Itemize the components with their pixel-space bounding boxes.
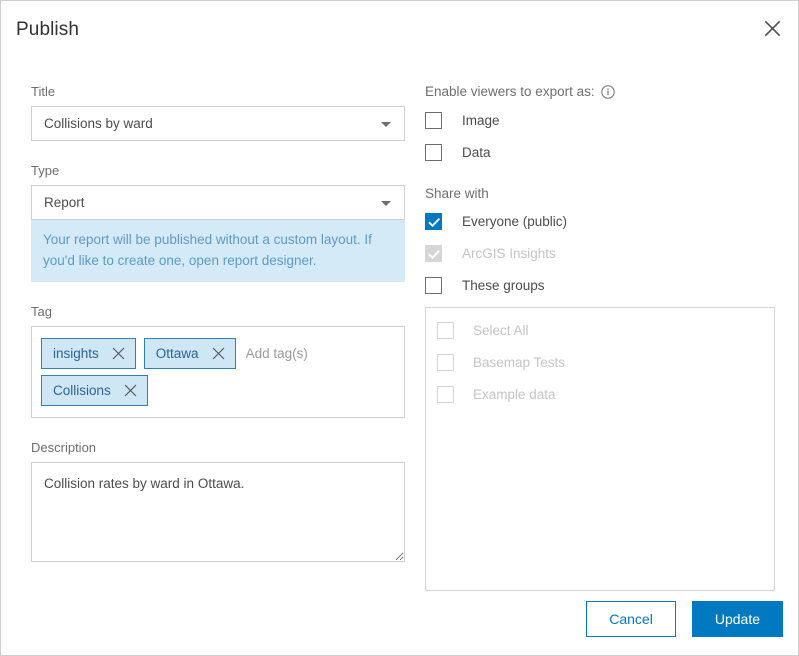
type-select-value: Report — [32, 195, 85, 210]
title-label: Title — [31, 84, 405, 99]
group-example-data-label: Example data — [473, 387, 556, 402]
type-label: Type — [31, 163, 405, 178]
cancel-button[interactable]: Cancel — [586, 601, 676, 637]
share-these-groups-label: These groups — [462, 278, 545, 293]
type-select[interactable]: Report — [31, 185, 405, 220]
list-item: Select All — [437, 320, 774, 340]
list-item: Example data — [437, 384, 774, 404]
tag-label: Tag — [31, 304, 405, 319]
close-icon[interactable] — [111, 346, 127, 362]
checkbox — [437, 322, 454, 339]
checkbox[interactable] — [425, 277, 442, 294]
list-item: Basemap Tests — [437, 352, 774, 372]
tag-chip: insights — [41, 338, 136, 369]
export-heading-label: Enable viewers to export as: — [425, 84, 595, 99]
checkbox — [437, 354, 454, 371]
title-select-value: Collisions by ward — [32, 116, 153, 131]
tag-chip-label: Ottawa — [156, 346, 199, 361]
left-column: Title Collisions by ward Type Report You… — [31, 84, 405, 567]
export-image-checkbox-row[interactable]: Image — [425, 110, 785, 131]
group-basemap-tests-label: Basemap Tests — [473, 355, 565, 370]
checkbox — [425, 245, 442, 262]
title-select[interactable]: Collisions by ward — [31, 106, 405, 141]
chevron-down-icon — [381, 122, 391, 127]
share-arcgis-insights-row: ArcGIS Insights — [425, 243, 785, 264]
share-with-label: Share with — [425, 186, 785, 201]
share-arcgis-insights-label: ArcGIS Insights — [462, 246, 556, 261]
close-icon[interactable] — [211, 346, 227, 362]
description-label: Description — [31, 440, 405, 455]
tag-input-container[interactable]: insights Ottawa Collisions — [31, 326, 405, 418]
tag-chip: Ottawa — [144, 338, 236, 369]
right-column: Enable viewers to export as: Image Data … — [425, 84, 785, 591]
layout-info-banner: Your report will be published without a … — [31, 220, 405, 282]
chevron-down-icon — [381, 201, 391, 206]
close-icon[interactable] — [123, 383, 139, 399]
checkbox — [437, 386, 454, 403]
groups-list[interactable]: Select All Basemap Tests Example data — [425, 307, 775, 591]
info-icon[interactable] — [601, 85, 615, 99]
tag-chip: Collisions — [41, 375, 148, 406]
close-button[interactable] — [757, 13, 787, 43]
description-textarea[interactable] — [31, 462, 405, 562]
checkbox[interactable] — [425, 144, 442, 161]
checkbox[interactable] — [425, 112, 442, 129]
update-button[interactable]: Update — [692, 601, 783, 637]
export-heading: Enable viewers to export as: — [425, 84, 785, 99]
share-everyone-label: Everyone (public) — [462, 214, 567, 229]
add-tag-input[interactable] — [244, 338, 378, 369]
export-data-checkbox-row[interactable]: Data — [425, 142, 785, 163]
dialog-header: Publish — [1, 1, 798, 64]
checkbox[interactable] — [425, 213, 442, 230]
share-everyone-row[interactable]: Everyone (public) — [425, 211, 785, 232]
share-these-groups-row[interactable]: These groups — [425, 275, 785, 296]
page-title: Publish — [16, 19, 79, 41]
tag-chip-label: Collisions — [53, 383, 111, 398]
group-select-all-label: Select All — [473, 323, 529, 338]
export-image-label: Image — [462, 113, 500, 128]
tag-chip-label: insights — [53, 346, 99, 361]
close-icon — [764, 20, 781, 37]
publish-dialog: Publish Title Collisions by ward Type Re… — [0, 0, 799, 656]
dialog-footer: Cancel Update — [586, 601, 783, 637]
export-data-label: Data — [462, 145, 491, 160]
